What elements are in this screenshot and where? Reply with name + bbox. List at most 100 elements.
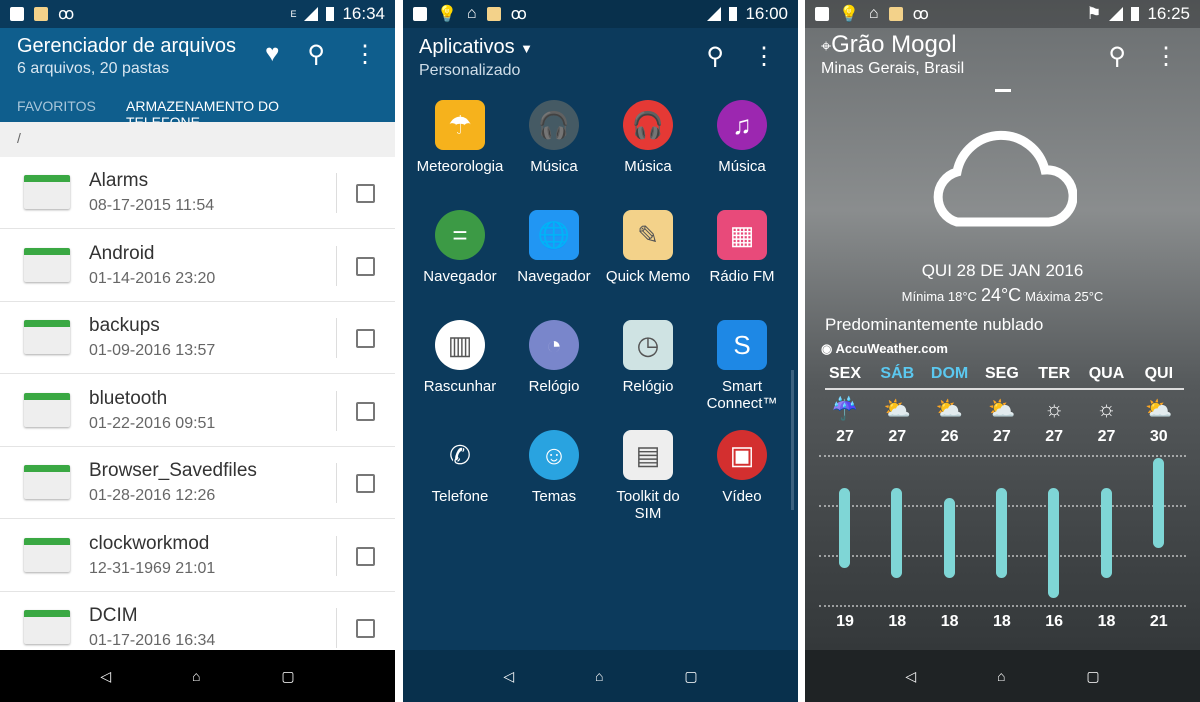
low-temp: 18 [888,613,907,630]
status-bar: ꝏ E 16:34 [0,0,395,28]
max-temp: Máxima 25°C [1025,289,1104,304]
home-icon[interactable]: ⌂ [595,668,603,684]
app-icon-m-sica[interactable]: 🎧 Música [507,100,601,175]
search-icon[interactable]: ⚲ [706,42,724,71]
select-checkbox[interactable] [356,401,375,421]
app-label: Música [624,158,672,175]
low-temp: 18 [940,613,959,630]
app-icon-temas[interactable]: ☺ Temas [507,430,601,505]
folder-icon [24,175,70,209]
back-icon[interactable]: ◁ [100,668,111,685]
app-label: Rádio FM [709,268,775,285]
select-checkbox[interactable] [356,256,375,276]
folder-icon [24,537,70,572]
home-icon[interactable]: ⌂ [192,668,200,684]
app-icon-toolkit-do-sim[interactable]: ▤ Toolkit do SIM [601,430,695,522]
nav-bar: ◁ ⌂ ▢ [0,650,395,702]
back-icon[interactable]: ◁ [503,668,514,685]
divider [336,173,337,213]
folder-date: 01-14-2016 23:20 [89,269,216,287]
temp-range-bar [1100,488,1112,578]
more-icon[interactable]: ⋮ [752,42,776,71]
app-title: Gerenciador de arquivos [17,35,237,57]
app-label: Relógio [622,378,674,395]
folder-name: backups [89,315,160,336]
app-label: Quick Memo [605,268,691,285]
app-icon-meteorologia[interactable]: ☂ Meteorologia [413,100,507,175]
app-icon-smart-connect-[interactable]: S Smart Connect™ [695,320,789,412]
folder-icon [24,610,70,644]
app-icon-telefone[interactable]: ✆ Telefone [413,430,507,505]
heart-icon[interactable]: ♥ [265,40,279,69]
partly-cloudy-icon: ⛅ [988,396,1016,421]
city-label: Grão Mogol [831,31,957,58]
signal-icon [304,7,319,21]
dropdown-icon: ▼ [520,41,534,56]
more-icon[interactable]: ⋮ [353,40,377,69]
folder-row[interactable]: backups 01-09-2016 13:57 [0,302,395,374]
breadcrumb[interactable]: / [0,122,395,157]
gridline [819,605,1186,607]
folder-row[interactable]: Alarms 08-17-2015 11:54 [0,157,395,229]
select-checkbox[interactable] [356,546,375,566]
city-name[interactable]: ⌖Grão Mogol [821,31,957,59]
home-notify-icon: ⌂ [466,5,477,22]
app-subtitle: 6 arquivos, 20 pastas [17,60,170,77]
signal-icon [707,7,722,21]
select-checkbox[interactable] [356,619,375,638]
day-label: TER [1038,365,1071,382]
home-icon[interactable]: ⌂ [997,668,1005,684]
file-manager-screen: ꝏ E 16:34 Gerenciador de arquivos 6 arqui… [0,0,395,702]
search-icon[interactable]: ⚲ [307,40,325,69]
recents-icon[interactable]: ▢ [1086,668,1099,685]
network-type: E [290,9,297,19]
app-icon-rascunhar[interactable]: ▥ Rascunhar [413,320,507,395]
select-checkbox[interactable] [356,474,375,493]
search-icon[interactable]: ⚲ [1108,42,1126,71]
app-icon-m-sica[interactable]: ♫ Música [695,100,789,175]
app-icon-quick-memo[interactable]: ✎ Quick Memo [601,210,695,285]
temp-range-bar [1048,488,1060,598]
app-icon-rel-gio[interactable]: ◔ Relógio [507,320,601,395]
voicemail-icon: ꝏ [912,6,929,23]
gallery-icon [10,7,24,21]
low-temp: 19 [836,613,854,630]
app-icon-rel-gio[interactable]: ◷ Relógio [601,320,695,395]
more-icon[interactable]: ⋮ [1154,42,1178,71]
app-icon-r-dio-fm[interactable]: ▦ Rádio FM [695,210,789,285]
select-checkbox[interactable] [356,329,375,348]
recents-icon[interactable]: ▢ [281,668,294,685]
select-checkbox[interactable] [356,184,375,203]
app-label: Navegador [423,268,497,285]
drawer-title-dropdown[interactable]: Aplicativos ▼ [419,36,533,59]
app-label: Rascunhar [423,378,497,395]
app-icon-v-deo[interactable]: ▣ Vídeo [695,430,789,505]
condition: Predominantemente nublado [825,315,1044,334]
divider [336,245,337,286]
voicemail-icon: ꝏ [58,6,75,23]
folder-row[interactable]: Browser_Savedfiles 01-28-2016 12:26 [0,447,395,519]
tab-favoritos[interactable]: FAVORITOS [17,98,96,114]
folder-row[interactable]: clockworkmod 12-31-1969 21:01 [0,520,395,592]
bulb-icon: 💡 [839,6,859,23]
folder-row[interactable]: bluetooth 01-22-2016 09:51 [0,375,395,447]
high-temp: 26 [940,428,959,445]
app-icon-navegador[interactable]: = Navegador [413,210,507,285]
back-icon[interactable]: ◁ [905,668,916,685]
provider-logo[interactable]: ◉ AccuWeather.com [821,341,948,357]
recents-icon[interactable]: ▢ [684,668,697,685]
app-glyph-icon: ✎ [623,210,673,260]
app-icon-m-sica[interactable]: 🎧 Música [601,100,695,175]
app-glyph-icon: 🎧 [529,100,579,150]
folder-row[interactable]: Android 01-14-2016 23:20 [0,230,395,302]
partly-cloudy-icon: ⛅ [935,396,964,421]
gridline [819,455,1186,457]
divider [336,535,337,576]
forecast-days: SEX SÁB DOM SEG TER QUA QUI [825,365,1184,390]
nav-bar: ◁ ⌂ ▢ [805,650,1200,702]
app-icon-navegador[interactable]: 🌐 Navegador [507,210,601,285]
low-temp: 18 [1097,613,1116,630]
scrollbar[interactable] [791,370,794,510]
quick-memo-icon [888,7,903,21]
battery-icon [729,7,738,21]
